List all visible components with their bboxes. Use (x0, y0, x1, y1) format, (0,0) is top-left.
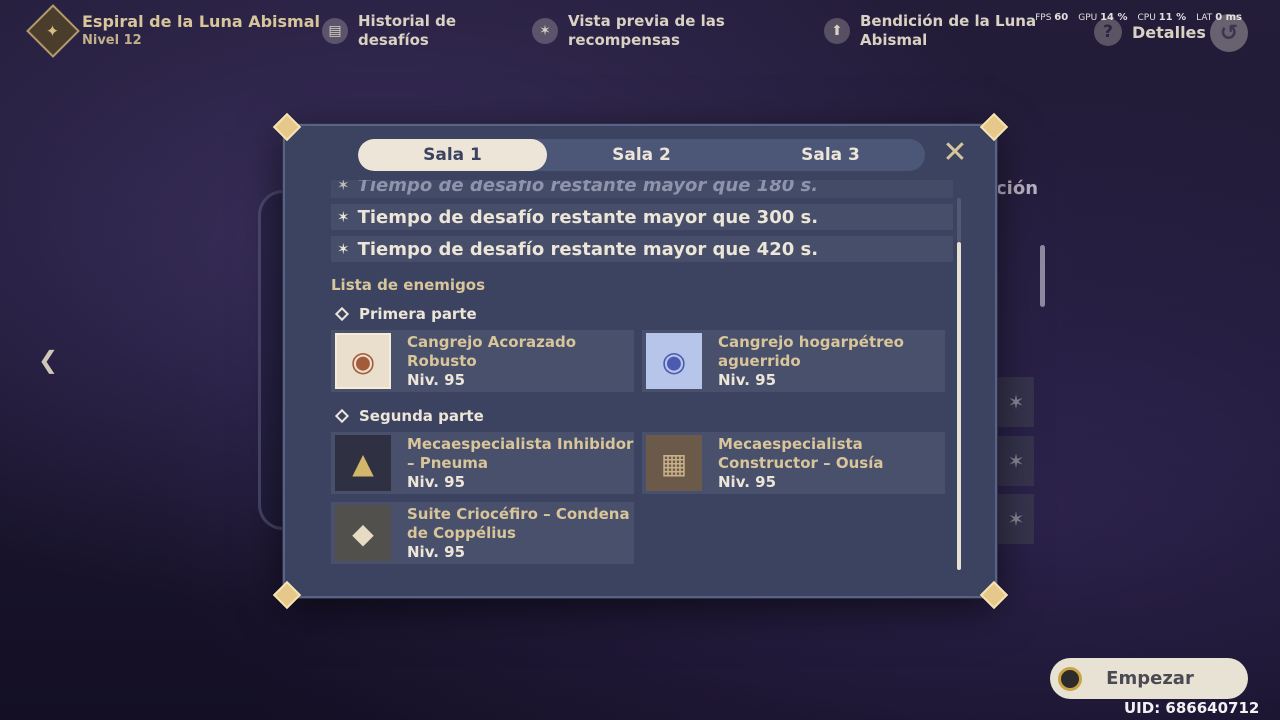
scroll-track (957, 198, 961, 242)
condition-item: ✶ Tiempo de desafío restante mayor que 30… (331, 204, 953, 230)
condition-item: ✶ Tiempo de desafío restante mayor que 42… (331, 236, 953, 262)
crab-icon: ◉ (335, 333, 391, 389)
close-icon: ✕ (942, 134, 968, 170)
background-star-slot: ✶ (998, 377, 1034, 427)
question-icon: ? (1094, 18, 1122, 46)
tab-sala-1[interactable]: Sala 1 (358, 139, 547, 171)
enemy-name: Mecaespecialista Inhibidor – Pneuma (407, 434, 634, 472)
rewards-preview-label: Vista previa de las recompensas (568, 12, 725, 49)
star-icon: ✶ (337, 180, 350, 194)
diamond-icon (334, 306, 350, 322)
dialog-scroll-area[interactable]: ✶ Tiempo de desafío restante mayor que 18… (331, 180, 953, 580)
background-star-slot: ✶ (998, 436, 1034, 486)
return-arrow-icon: ↺ (1219, 20, 1239, 46)
chamber-details-dialog: Sala 1 Sala 2 Sala 3 ✕ ✶ Tiempo de desafí… (283, 124, 997, 598)
crab-icon: ◉ (646, 333, 702, 389)
tab-sala-2[interactable]: Sala 2 (547, 139, 736, 171)
enemy-level: Niv. 95 (407, 370, 466, 389)
enemy-card[interactable]: ◉ Cangrejo Acorazado Robusto Niv. 95 (331, 330, 634, 392)
tab-sala-3[interactable]: Sala 3 (736, 139, 925, 171)
blessing-label: Bendición de la Luna Abismal (860, 12, 1037, 49)
background-star-slot: ✶ (998, 494, 1034, 544)
enemy-card[interactable]: ▦ Mecaespecialista Constructor – Ousía N… (642, 432, 945, 494)
challenge-history-label: Historial de desafíos (358, 12, 457, 49)
blessing-button[interactable]: ⬆ Bendición de la Luna Abismal (824, 12, 1036, 50)
rewards-preview-button[interactable]: ✶ Vista previa de las recompensas (532, 12, 725, 50)
enemy-level: Niv. 95 (718, 370, 777, 389)
enemy-card[interactable]: ◆ Suite Criocéfiro – Condena de Coppéliu… (331, 502, 634, 564)
scrollbar[interactable] (957, 242, 961, 570)
book-icon: ▤ (322, 18, 348, 44)
part-title: Segunda parte (331, 406, 953, 426)
enemy-name: Mecaespecialista Constructor – Ousía (718, 434, 884, 472)
back-button[interactable]: ↺ (1210, 14, 1248, 52)
enemy-list-title: Lista de enemigos (331, 276, 486, 294)
abyss-logo-icon: ✦ (26, 4, 80, 58)
background-label: ción (996, 178, 1039, 199)
abyss-title: Espiral de la Luna Abismal (82, 12, 320, 31)
enemy-name: Cangrejo hogarpétreo aguerrido (718, 332, 904, 370)
abyss-title-group: ✦ Espiral de la Luna Abismal Nivel 12 (26, 4, 320, 58)
details-button[interactable]: ? Detalles (1094, 18, 1206, 46)
previous-arrow-icon[interactable]: ❮ (38, 346, 58, 374)
enemy-level: Niv. 95 (407, 542, 466, 561)
mech-icon: ▲ (335, 435, 391, 491)
mech-icon: ▦ (646, 435, 702, 491)
enemy-level: Niv. 95 (718, 472, 777, 491)
enemy-card[interactable]: ◉ Cangrejo hogarpétreo aguerrido Niv. 95 (642, 330, 945, 392)
top-bar: ✦ Espiral de la Luna Abismal Nivel 12 ▤ … (0, 0, 1280, 64)
challenge-history-button[interactable]: ▤ Historial de desafíos (322, 12, 456, 50)
arrow-up-icon: ⬆ (824, 18, 850, 44)
star-icon: ✶ (532, 18, 558, 44)
enemy-name: Cangrejo Acorazado Robusto (407, 332, 577, 370)
mech-icon: ◆ (335, 505, 391, 561)
close-button[interactable]: ✕ (941, 135, 969, 170)
player-uid: UID: 686640712 (1124, 699, 1260, 717)
background-scrollbar (1040, 245, 1045, 307)
star-icon: ✶ (337, 208, 350, 226)
details-label: Detalles (1132, 22, 1206, 42)
chamber-tabs: Sala 1 Sala 2 Sala 3 (358, 139, 925, 171)
start-circle-icon (1058, 666, 1082, 691)
enemy-name: Suite Criocéfiro – Condena de Coppélius (407, 504, 630, 542)
enemy-card[interactable]: ▲ Mecaespecialista Inhibidor – Pneuma Ni… (331, 432, 634, 494)
diamond-icon (334, 408, 350, 424)
enemy-level: Niv. 95 (407, 472, 466, 491)
abyss-floor: Nivel 12 (82, 33, 142, 48)
condition-item: ✶ Tiempo de desafío restante mayor que 18… (331, 180, 953, 198)
start-button[interactable]: Empezar (1050, 658, 1248, 699)
enemy-grid: ◉ Cangrejo Acorazado Robusto Niv. 95 ◉ C… (331, 330, 953, 392)
part-title: Primera parte (331, 304, 953, 324)
star-icon: ✶ (337, 240, 350, 258)
start-label: Empezar (1106, 668, 1194, 689)
enemy-grid: ▲ Mecaespecialista Inhibidor – Pneuma Ni… (331, 432, 953, 564)
